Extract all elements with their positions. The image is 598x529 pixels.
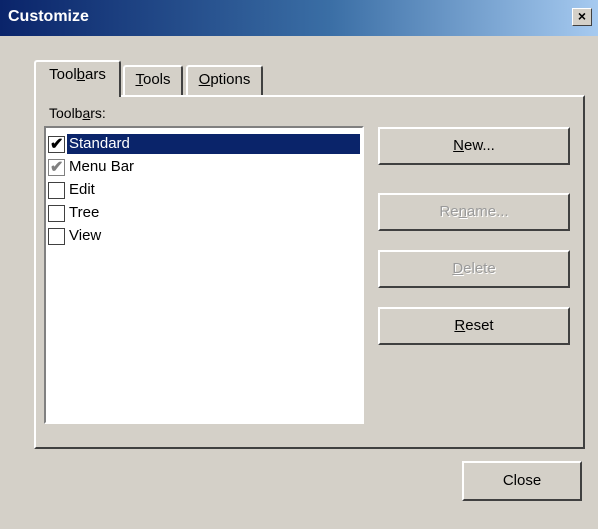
rename-button: Rename... [378,193,570,231]
list-item-label: Tree [69,204,100,221]
button-accel: N [453,137,464,154]
button-accel: D [452,260,464,277]
close-button[interactable]: Close [462,461,582,501]
tab-label-accel: b [76,66,86,83]
checkbox[interactable] [48,204,65,222]
delete-button: Delete [378,250,570,288]
list-item-tree[interactable]: Tree [48,202,360,224]
button-label-part: elete [463,260,496,277]
list-item-label: Menu Bar [69,158,135,175]
checkmark-icon: ✔ [50,158,64,176]
list-item-view[interactable]: View [48,225,360,247]
tab-label-part: ptions [210,71,251,88]
button-label-part: Re [439,203,459,220]
label-part: rs: [90,105,106,121]
button-label-part: ame... [466,203,509,220]
tab-tools[interactable]: Tools [123,65,183,95]
tab-label-accel: T [135,71,143,88]
checkbox[interactable]: ✔ [48,135,65,153]
list-item-edit[interactable]: Edit [48,179,360,201]
tab-toolbars[interactable]: Toolbars [34,60,121,97]
tab-options[interactable]: Options [186,65,263,95]
checkbox[interactable] [48,181,65,199]
button-accel: n [458,203,467,220]
close-icon: × [577,8,587,24]
tab-label-part: Tool [49,66,77,83]
close-window-button[interactable]: × [572,8,592,26]
checkbox: ✔ [48,158,65,176]
list-item-menu-bar[interactable]: ✔ Menu Bar [48,156,360,178]
reset-button[interactable]: Reset [378,307,570,345]
toolbars-listbox[interactable]: ✔ Standard ✔ Menu Bar Edit Tree View [44,126,364,424]
new-button[interactable]: New... [378,127,570,165]
window-title: Customize [8,8,89,25]
button-accel: R [454,317,466,334]
button-label-part: ew... [463,137,495,154]
list-item-label: View [69,227,102,244]
checkmark-icon: ✔ [50,135,64,153]
checkbox[interactable] [48,227,65,245]
list-item-label: Standard [67,134,360,154]
tab-label-accel: O [198,71,211,88]
button-label-part: eset [465,317,494,334]
list-item-standard[interactable]: ✔ Standard [48,133,360,155]
button-label: Close [502,472,542,489]
list-item-label: Edit [69,181,95,198]
tab-label-part: ools [142,71,171,88]
label-part: Toolb [49,105,83,121]
title-bar: Customize × [0,0,598,36]
toolbars-list-label: Toolbars: [49,105,106,121]
tab-label-part: ars [85,66,106,83]
